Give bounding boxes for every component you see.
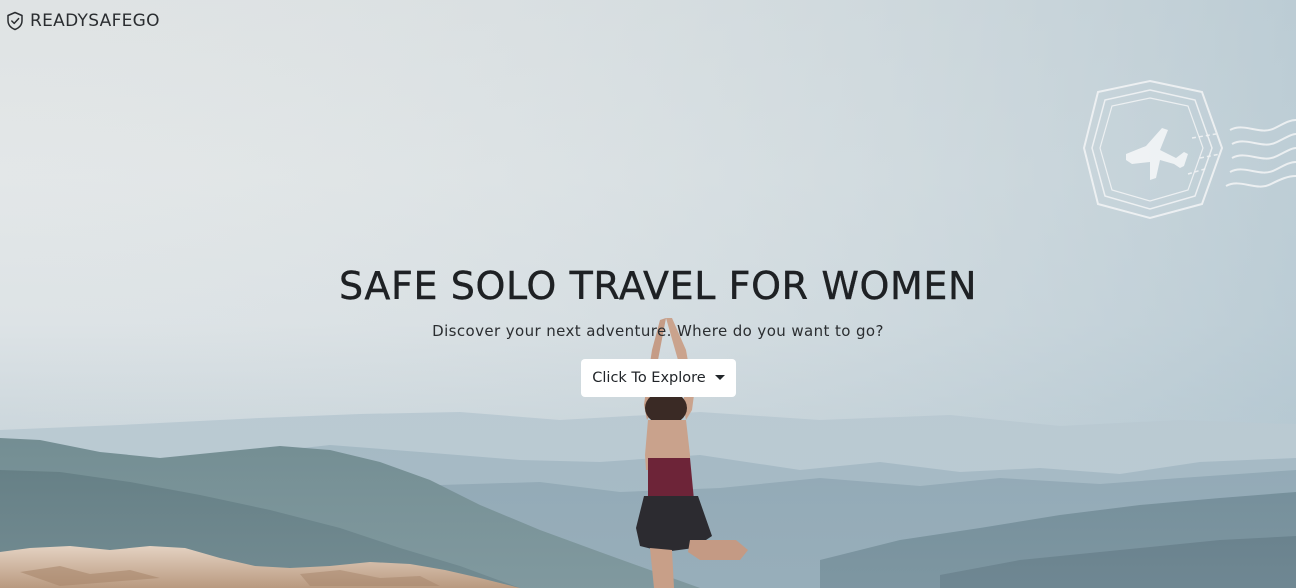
hero-headline: SAFE SOLO TRAVEL FOR WOMEN [338, 264, 978, 308]
airplane-stamp-icon [1082, 79, 1296, 220]
hero-subtitle: Discover your next adventure. Where do y… [432, 322, 884, 340]
shield-check-icon [7, 11, 23, 31]
caret-down-icon [714, 374, 725, 380]
explore-dropdown-button[interactable]: Click To Explore [581, 359, 736, 397]
brand-logo-link[interactable]: READYSAFEGO [6, 11, 160, 31]
hero-section: READYSAFEGO SAFE SOLO TRAVEL FOR WOMEN D… [0, 0, 1296, 588]
brand-name: READYSAFEGO [30, 11, 160, 31]
explore-button-label: Click To Explore [592, 370, 706, 386]
